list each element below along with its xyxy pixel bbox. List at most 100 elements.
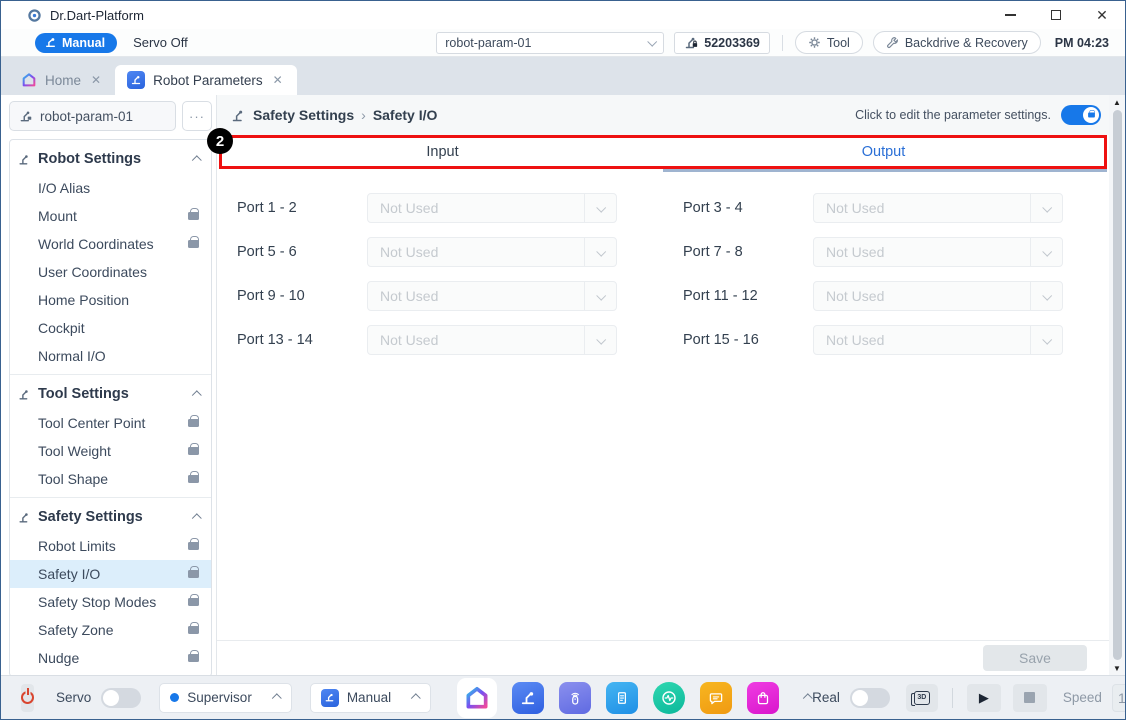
dropdown-port-7-8[interactable]: Not Used	[813, 237, 1063, 267]
play-button[interactable]: ▶	[967, 684, 1001, 712]
power-button[interactable]	[21, 684, 34, 712]
backdrive-recovery-button[interactable]: Backdrive & Recovery	[873, 31, 1041, 54]
dock-robot-parameters-button[interactable]	[512, 682, 544, 714]
chevron-down-icon	[596, 290, 606, 300]
dropdown-port-9-10[interactable]: Not Used	[367, 281, 617, 311]
lock-icon	[188, 570, 199, 578]
breadcrumb-section[interactable]: Safety Settings	[253, 107, 354, 123]
tree-section-safety-settings: Safety Settings Robot Limits Safety I/O …	[10, 497, 211, 675]
stop-button[interactable]	[1013, 684, 1047, 712]
dock-task-document-button[interactable]	[606, 682, 638, 714]
toolbar-divider	[782, 35, 783, 51]
sidebar-param-select[interactable]: robot-param-01	[9, 101, 176, 131]
edit-lock-toggle[interactable]	[1061, 105, 1101, 125]
dropdown-port-13-14[interactable]: Not Used	[367, 325, 617, 355]
breadcrumb: Safety Settings › Safety I/O	[231, 107, 437, 123]
dock-collapse-button[interactable]	[805, 694, 812, 701]
dropdown-port-3-4[interactable]: Not Used	[813, 193, 1063, 223]
statusbar: Servo Supervisor Manual	[1, 675, 1125, 719]
edit-hint-wrap: Click to edit the parameter settings.	[855, 105, 1101, 125]
sidebar-item-safety-stop-modes[interactable]: Safety Stop Modes	[10, 588, 211, 616]
chevron-down-icon	[1042, 334, 1052, 344]
breadcrumb-page: Safety I/O	[373, 107, 438, 123]
tree-item-label: I/O Alias	[38, 180, 90, 196]
dock-store-button[interactable]	[747, 682, 779, 714]
app-dock	[457, 678, 779, 718]
tab-home[interactable]: Home ✕	[9, 65, 115, 95]
port-input-half: Port 13 - 14 Not Used	[217, 325, 663, 355]
robot-serial-box[interactable]: 52203369	[674, 32, 770, 54]
close-button[interactable]: ✕	[1079, 1, 1125, 29]
sidebar-item-safety-zone[interactable]: Safety Zone	[10, 616, 211, 644]
sidebar-item-nudge[interactable]: Nudge	[10, 644, 211, 672]
port-input-half: Port 1 - 2 Not Used	[217, 193, 663, 223]
real-label: Real	[812, 690, 840, 705]
lock-icon	[188, 212, 199, 220]
sidebar-item-safety-i-o[interactable]: Safety I/O	[10, 560, 211, 588]
store-icon	[754, 689, 772, 707]
robot-param-dropdown[interactable]: robot-param-01	[436, 32, 664, 54]
io-tab-input-label: Input	[426, 144, 458, 160]
port-output-value: Not Used	[814, 288, 1030, 304]
dropdown-port-1-2[interactable]: Not Used	[367, 193, 617, 223]
sidebar-item-robot-limits[interactable]: Robot Limits	[10, 532, 211, 560]
dock-home-button[interactable]	[457, 678, 497, 718]
lock-icon	[188, 626, 199, 634]
home-icon	[21, 72, 37, 88]
section-header-safety-settings[interactable]: Safety Settings	[10, 502, 211, 532]
servo-toggle[interactable]	[101, 688, 141, 708]
sidebar-item-mount[interactable]: Mount	[10, 202, 211, 230]
scroll-up-button[interactable]: ▲	[1113, 95, 1121, 109]
sidebar-item-cockpit[interactable]: Cockpit	[10, 314, 211, 342]
tool-button-label: Tool	[827, 36, 850, 50]
viewer-3d-button[interactable]: 3D	[906, 684, 938, 712]
sidebar-item-user-coordinates[interactable]: User Coordinates	[10, 258, 211, 286]
dropdown-port-15-16[interactable]: Not Used	[813, 325, 1063, 355]
role-dropdown[interactable]: Supervisor	[159, 683, 292, 713]
scrollbar-thumb[interactable]	[1113, 110, 1122, 660]
maximize-button[interactable]	[1033, 1, 1079, 29]
minimize-icon	[1005, 14, 1016, 16]
dock-monitoring-button[interactable]	[653, 682, 685, 714]
manual-mode-button[interactable]: Manual	[35, 33, 117, 53]
save-button[interactable]: Save	[983, 645, 1087, 671]
port-row: Port 5 - 6 Not Used Port 7 - 8 Not Used	[217, 237, 1109, 267]
sidebar-item-tool-weight[interactable]: Tool Weight	[10, 437, 211, 465]
dock-message-log-button[interactable]	[700, 682, 732, 714]
sidebar-item-normal-i-o[interactable]: Normal I/O	[10, 342, 211, 370]
chevron-down-icon	[596, 246, 606, 256]
minimize-button[interactable]	[987, 1, 1033, 29]
section-header-robot-settings[interactable]: Robot Settings	[10, 144, 211, 174]
dock-remote-control-button[interactable]	[559, 682, 591, 714]
io-tab-input[interactable]: Input	[222, 138, 663, 166]
chevron-up-icon	[192, 513, 202, 523]
play-icon: ▶	[979, 690, 989, 706]
manual-mode-label: Manual	[62, 36, 105, 50]
sidebar-item-world-coordinates[interactable]: World Coordinates	[10, 230, 211, 258]
scroll-down-button[interactable]: ▼	[1113, 661, 1121, 675]
sidebar-item-home-position[interactable]: Home Position	[10, 286, 211, 314]
sidebar-item-tool-center-point[interactable]: Tool Center Point	[10, 409, 211, 437]
mode-dropdown[interactable]: Manual	[310, 683, 431, 713]
dropdown-port-11-12[interactable]: Not Used	[813, 281, 1063, 311]
dropdown-caret	[584, 282, 616, 310]
sidebar-param-name: robot-param-01	[40, 109, 133, 124]
real-toggle[interactable]	[850, 688, 890, 708]
dropdown-port-5-6[interactable]: Not Used	[367, 237, 617, 267]
port-input-half: Port 9 - 10 Not Used	[217, 281, 663, 311]
io-tab-output[interactable]: Output	[663, 138, 1104, 166]
tab-home-close-icon[interactable]: ✕	[89, 73, 103, 87]
sidebar-item-i-o-alias[interactable]: I/O Alias	[10, 174, 211, 202]
toolbar-center: robot-param-01 52203369 Tool Backdrive &…	[436, 31, 1115, 54]
scrollbar-track[interactable]	[1109, 109, 1125, 661]
sidebar-item-tool-shape[interactable]: Tool Shape	[10, 465, 211, 493]
tab-robot-parameters[interactable]: Robot Parameters ✕	[115, 65, 297, 95]
port-input-value: Not Used	[368, 332, 584, 348]
section-header-tool-settings[interactable]: Tool Settings	[10, 379, 211, 409]
speed-value-box[interactable]: 100 %	[1112, 684, 1126, 712]
viewer-3d-icon: 3D	[914, 691, 930, 705]
tree-item-label: Nudge	[38, 650, 79, 666]
tab-robot-parameters-close-icon[interactable]: ✕	[271, 73, 285, 87]
more-options-button[interactable]: ···	[182, 101, 212, 131]
tool-button[interactable]: Tool	[795, 31, 863, 54]
